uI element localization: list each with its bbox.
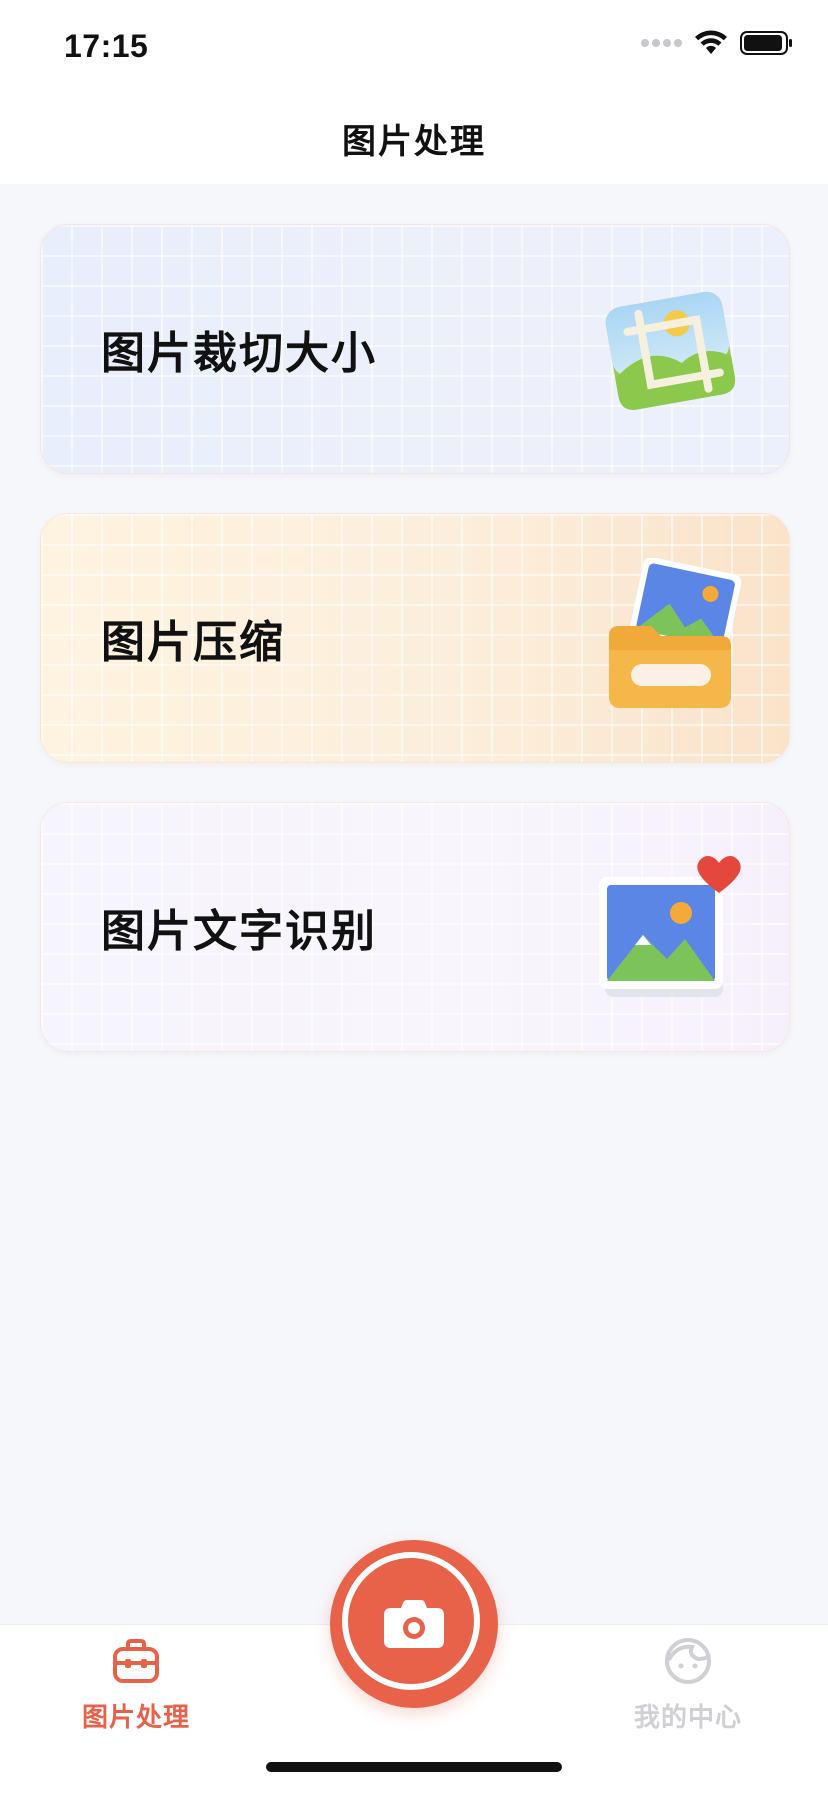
tab-my-center[interactable]: 我的中心 (588, 1635, 788, 1734)
nav-bar: 图片处理 (0, 92, 828, 184)
toolbox-icon (113, 1639, 159, 1683)
card-image-compress[interactable]: 图片压缩 (40, 513, 790, 763)
page-title: 图片处理 (342, 121, 486, 162)
photo-heart-icon (599, 856, 741, 997)
crop-image-icon (605, 291, 736, 410)
signal-dots-icon (641, 39, 682, 47)
tab-image-processing[interactable]: 图片处理 (36, 1635, 236, 1734)
camera-button[interactable] (330, 1540, 498, 1708)
card-label: 图片裁切大小 (101, 328, 377, 379)
folder-image-icon (609, 558, 742, 708)
card-label: 图片压缩 (101, 617, 285, 668)
camera-button-ring (342, 1552, 480, 1690)
status-icons (641, 30, 794, 56)
status-time: 17:15 (64, 28, 149, 64)
card-image-text-recognition[interactable]: 图片文字识别 (40, 802, 790, 1052)
wifi-icon (695, 30, 727, 54)
card-image-crop[interactable]: 图片裁切大小 (40, 224, 790, 474)
status-bar: 17:15 (0, 0, 828, 92)
home-indicator (266, 1762, 562, 1772)
tab-label: 我的中心 (633, 1703, 742, 1733)
face-icon (665, 1638, 711, 1684)
card-label: 图片文字识别 (101, 906, 377, 957)
tab-label: 图片处理 (81, 1703, 190, 1733)
battery-icon (740, 31, 792, 55)
